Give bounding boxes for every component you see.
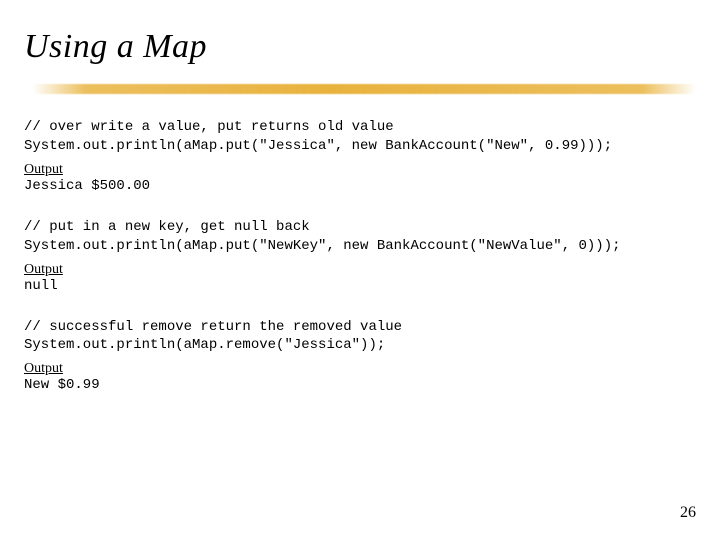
code-comment: // successful remove return the removed … [24,318,696,337]
example-block-2: // put in a new key, get null back Syste… [24,218,696,294]
output-value: Jessica $500.00 [24,178,696,194]
code-comment: // put in a new key, get null back [24,218,696,237]
page-number: 26 [680,504,696,522]
title-underline [24,78,696,104]
output-label: Output [24,262,696,278]
output-label: Output [24,361,696,377]
code-line: System.out.println(aMap.put("NewKey", ne… [24,237,696,256]
code-line: System.out.println(aMap.put("Jessica", n… [24,137,696,156]
output-value: New $0.99 [24,377,696,393]
output-label: Output [24,162,696,178]
output-value: null [24,278,696,294]
slide-title: Using a Map [24,28,696,66]
brushstroke-icon [32,84,696,94]
code-comment: // over write a value, put returns old v… [24,118,696,137]
example-block-3: // successful remove return the removed … [24,318,696,394]
example-block-1: // over write a value, put returns old v… [24,118,696,194]
code-line: System.out.println(aMap.remove("Jessica"… [24,336,696,355]
